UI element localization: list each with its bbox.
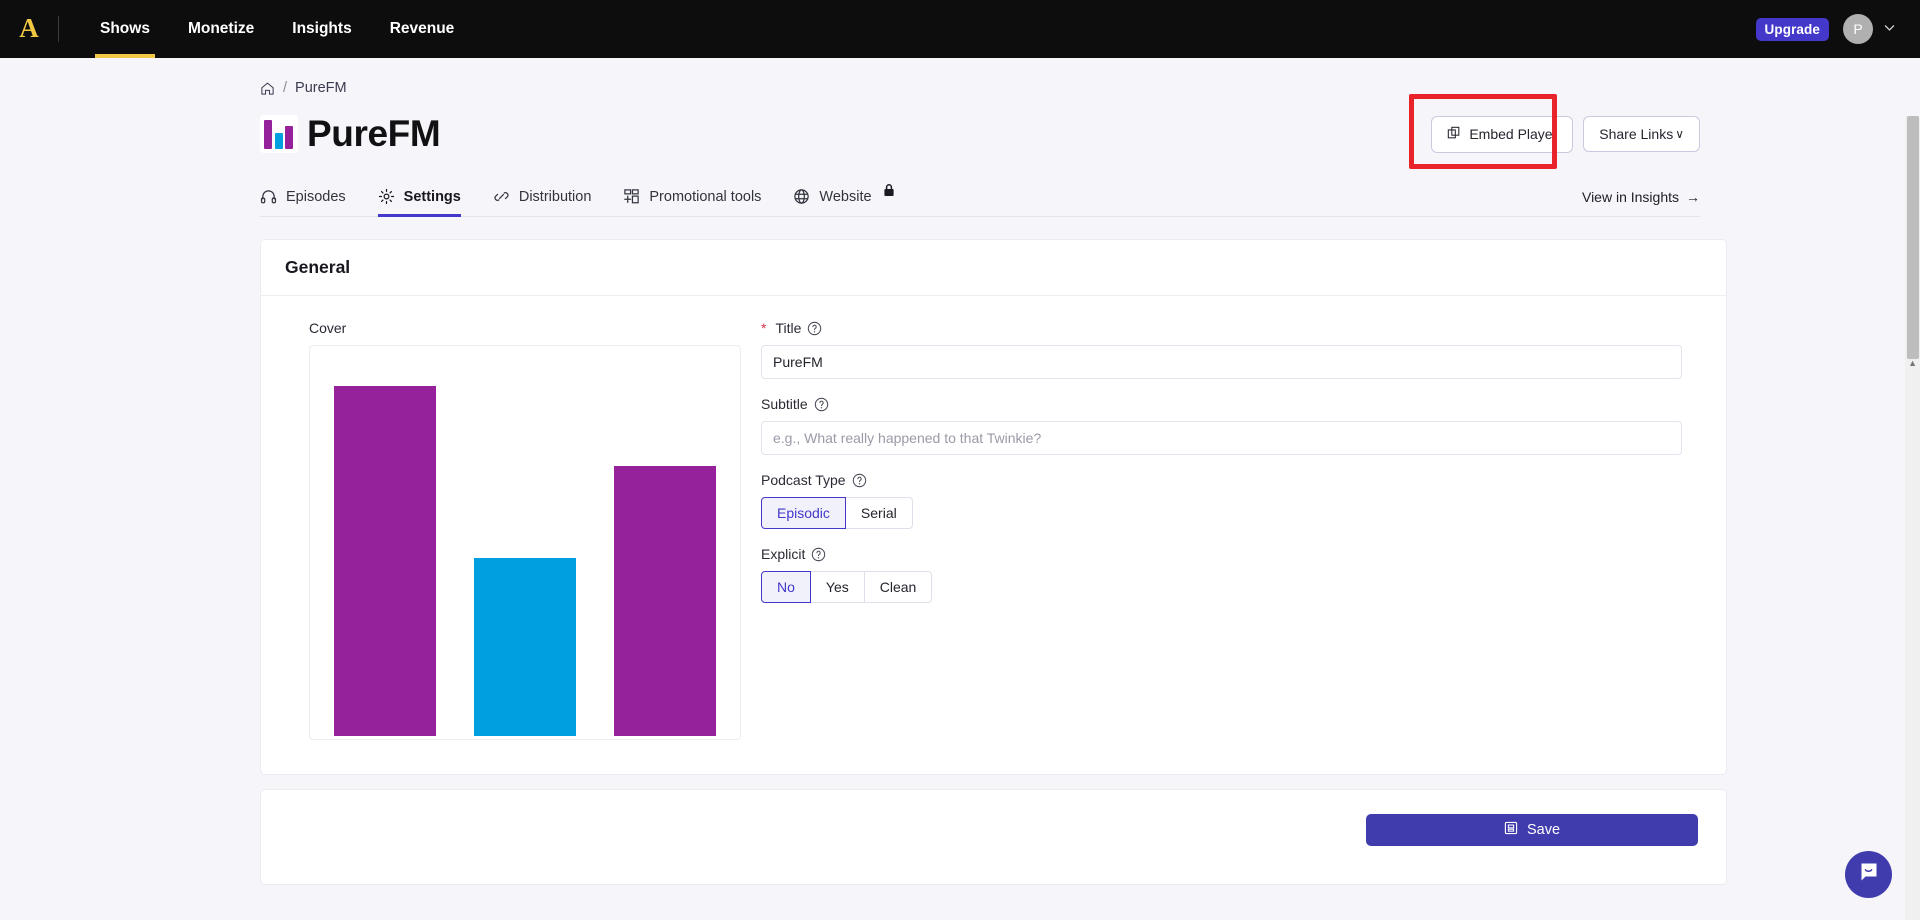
chevron-down-icon[interactable] [1883, 21, 1896, 37]
link-icon [493, 188, 510, 205]
cover-bar-3 [614, 466, 716, 736]
nav-item-monetize[interactable]: Monetize [169, 0, 273, 58]
scroll-down-arrow-icon[interactable]: ▲ [1908, 358, 1917, 368]
tab-promotional-tools[interactable]: Promotional tools [623, 188, 779, 216]
cover-bar-2 [474, 558, 576, 736]
tab-bar: Episodes Settings Distribution Promotion… [260, 177, 1700, 217]
breadcrumb: / PureFM [260, 58, 1700, 96]
subtitle-field-group: Subtitle [761, 396, 1682, 455]
title-field-group: * Title [761, 320, 1682, 379]
globe-icon [793, 188, 810, 205]
title-label: * Title [761, 320, 1682, 336]
nav-items: Shows Monetize Insights Revenue [81, 0, 473, 58]
cover-image-upload[interactable] [309, 345, 741, 740]
subtitle-input[interactable] [761, 421, 1682, 455]
cover-label: Cover [309, 320, 347, 336]
view-in-insights-link[interactable]: View in Insights → [1582, 189, 1700, 216]
tab-label: Episodes [286, 188, 346, 205]
page-title: PureFM [307, 113, 441, 154]
view-in-insights-label: View in Insights [1581, 189, 1679, 205]
explicit-option-no[interactable]: No [761, 571, 811, 603]
embed-player-button[interactable]: Embed Player [1431, 115, 1574, 153]
explicit-group: Explicit No Yes Clean [761, 546, 1682, 603]
title-label-text: Title [775, 320, 802, 336]
podcast-type-group: Podcast Type Episodic Serial [761, 472, 1682, 529]
header-actions: Embed Player Share Links ∨ [1409, 93, 1700, 169]
breadcrumb-current[interactable]: PureFM [295, 80, 347, 96]
chat-launcher-button[interactable] [1845, 851, 1892, 898]
podcast-type-option-episodic[interactable]: Episodic [761, 497, 846, 529]
nav-divider [58, 16, 59, 42]
explicit-label: Explicit [761, 546, 1682, 562]
brand-logo-icon[interactable]: A [0, 14, 58, 44]
page-title-row: PureFM Embed Player Share Links ∨ [260, 93, 1700, 169]
podcast-type-segmented-control: Episodic Serial [761, 497, 1682, 529]
copy-embed-icon [1447, 126, 1461, 143]
help-icon[interactable] [852, 473, 867, 488]
explicit-option-yes[interactable]: Yes [809, 571, 865, 603]
cover-column: Cover [285, 320, 741, 740]
card-body: Cover * Title PureFM Subtitle e.g., What… [261, 296, 1726, 774]
chevron-down-icon: ∨ [1675, 127, 1684, 141]
tab-distribution[interactable]: Distribution [493, 188, 610, 216]
nav-right-group: Upgrade P [1755, 14, 1896, 44]
upgrade-button[interactable]: Upgrade [1755, 17, 1829, 41]
tab-website[interactable]: Website [793, 183, 912, 216]
tab-label: Website [819, 188, 872, 205]
layout-icon [623, 188, 640, 205]
podcast-type-option-serial[interactable]: Serial [844, 497, 913, 529]
subtitle-label: Subtitle [761, 396, 1682, 412]
podcast-type-label: Podcast Type [761, 472, 1682, 488]
explicit-label-text: Explicit [761, 546, 806, 562]
title-input[interactable] [761, 345, 1682, 379]
help-icon[interactable] [807, 321, 822, 336]
home-icon[interactable] [260, 81, 275, 96]
tab-label: Distribution [518, 188, 592, 205]
chat-bubble-icon [1857, 860, 1881, 889]
page-body: / PureFM PureFM Embed Player Share Links… [0, 58, 1920, 920]
tab-label: Promotional tools [649, 188, 762, 205]
floppy-save-icon [1504, 821, 1518, 839]
save-label: Save [1526, 822, 1561, 838]
headphones-icon [260, 188, 277, 205]
tab-label: Settings [403, 188, 461, 205]
explicit-segmented-control: No Yes Clean [761, 571, 1682, 603]
lock-icon [883, 183, 895, 201]
nav-item-insights[interactable]: Insights [273, 0, 370, 58]
explicit-option-clean[interactable]: Clean [863, 571, 933, 603]
vertical-scrollbar[interactable]: ▲ ▼ [1905, 116, 1920, 920]
embed-player-label: Embed Player [1469, 126, 1558, 142]
subtitle-label-text: Subtitle [761, 396, 808, 412]
tab-episodes[interactable]: Episodes [260, 188, 364, 216]
help-icon[interactable] [814, 397, 829, 412]
show-cover-thumbnail [260, 115, 298, 153]
avatar[interactable]: P [1843, 14, 1873, 44]
nav-item-revenue[interactable]: Revenue [371, 0, 474, 58]
nav-item-shows[interactable]: Shows [81, 0, 169, 58]
breadcrumb-separator: / [283, 80, 288, 96]
save-button[interactable]: Save [1366, 814, 1698, 846]
help-icon[interactable] [811, 547, 826, 562]
share-links-label: Share Links [1599, 126, 1674, 142]
tab-settings[interactable]: Settings [377, 188, 479, 217]
cover-bar-1 [334, 386, 436, 736]
content-container: / PureFM PureFM Embed Player Share Links… [220, 58, 1727, 885]
podcast-type-label-text: Podcast Type [761, 472, 846, 488]
required-asterisk: * [761, 320, 767, 336]
card-heading: General [261, 240, 1726, 296]
form-column: * Title Subtitle [717, 320, 1702, 740]
share-links-button[interactable]: Share Links ∨ [1583, 116, 1700, 152]
general-settings-card: General Cover * Title PureFM Subtitle e.… [260, 239, 1727, 775]
save-bar-card: Save [260, 789, 1727, 885]
scrollbar-thumb[interactable] [1907, 116, 1919, 359]
gear-icon [378, 188, 395, 205]
top-navigation-bar: A Shows Monetize Insights Revenue Upgrad… [0, 0, 1920, 58]
arrow-right-icon: → [1686, 189, 1700, 205]
